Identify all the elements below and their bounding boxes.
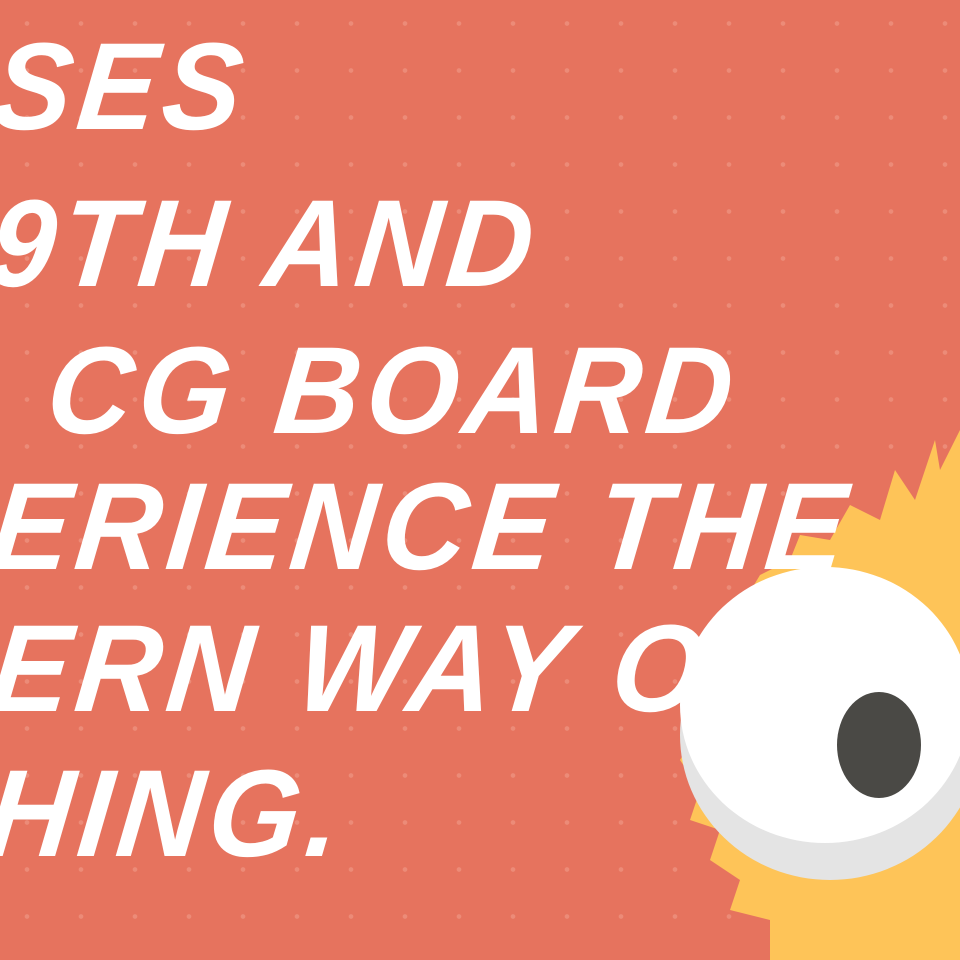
- headline-line-4: ERIENCE THE: [0, 457, 859, 597]
- headline-line-6: HING.: [0, 744, 354, 884]
- headline-line-3: CG BOARD: [40, 321, 746, 461]
- headline-line-1: SES: [0, 17, 256, 157]
- headline-line-5: ERN WAY OF: [0, 599, 796, 739]
- headline-line-2: 9TH AND: [0, 174, 547, 314]
- pupil: [837, 692, 921, 798]
